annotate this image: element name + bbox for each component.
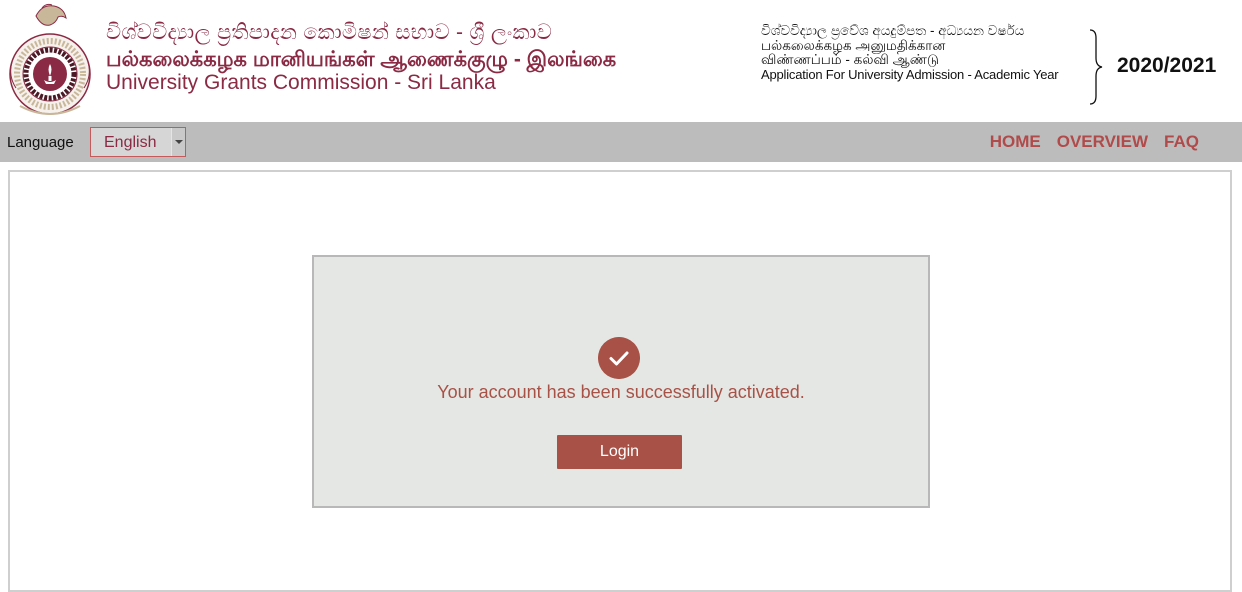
application-title-sinhala: විශ්වවිද්‍යාල ප්‍රවේශ අයදුම්පත - අධ්‍යයන… [761, 23, 1025, 38]
nav-links: HOME OVERVIEW FAQ [990, 132, 1199, 152]
page-header: විශ්වවිද්‍යාල ප්‍රතිපාදන කොමිෂන් සභාව - … [0, 0, 1242, 122]
activation-success-message: Your account has been successfully activ… [437, 382, 805, 402]
application-title: විශ්වවිද්‍යාල ප්‍රවේශ අයදුම්පත - අධ්‍යයන… [761, 23, 1059, 82]
application-title-tamil-2: விண்ணப்பம் - கல்வி ஆண்டு [761, 52, 939, 68]
check-circle-icon [598, 337, 640, 379]
title-tamil: பல்கலைக்கழக மானியங்கள் ஆணைக்குழு - இலங்க… [106, 48, 617, 72]
nav-link-home[interactable]: HOME [990, 132, 1041, 152]
main-content: Your account has been successfully activ… [8, 170, 1232, 592]
title-english: University Grants Commission - Sri Lanka [106, 71, 496, 95]
academic-year: 2020/2021 [1117, 54, 1217, 77]
language-select[interactable]: English [90, 127, 186, 157]
navbar: Language English HOME OVERVIEW FAQ [0, 122, 1242, 162]
login-button[interactable]: Login [557, 435, 682, 469]
ugc-emblem-logo [9, 3, 91, 115]
activation-message-card: Your account has been successfully activ… [312, 255, 930, 508]
language-label: Language [7, 134, 74, 151]
nav-link-faq[interactable]: FAQ [1164, 132, 1199, 152]
language-dropdown-toggle[interactable] [171, 128, 185, 156]
commission-title: විශ්වවිද්‍යාල ප්‍රතිපාදන කොමිෂන් සභාව - … [106, 21, 617, 95]
nav-link-overview[interactable]: OVERVIEW [1057, 132, 1148, 152]
caret-down-icon [175, 140, 183, 144]
language-selected-value: English [104, 134, 157, 151]
brace-divider [1089, 29, 1103, 105]
application-title-english: Application For University Admission - A… [761, 66, 1059, 82]
application-title-tamil-1: பல்கலைக்கழக அனுமதிக்கான [761, 37, 946, 53]
title-sinhala: විශ්වවිද්‍යාල ප්‍රතිපාදන කොමිෂන් සභාව - … [106, 21, 553, 44]
